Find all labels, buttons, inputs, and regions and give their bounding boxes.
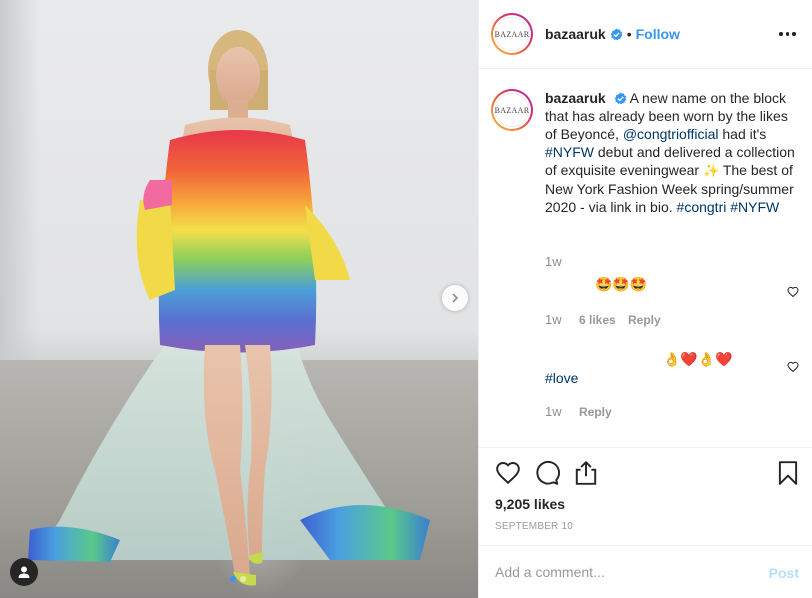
post-actions: 9,205 likes SEPTEMBER 10: [479, 447, 812, 545]
post-date[interactable]: SEPTEMBER 10: [495, 521, 573, 532]
carousel-next-icon: [452, 293, 459, 303]
post-sidebar: BAZAAR bazaaruk • Follow BAZAAR bazaaruk…: [478, 0, 812, 598]
header-separator: •: [626, 26, 632, 42]
hashtag-link[interactable]: #NYFW: [730, 199, 779, 215]
caption-text-part: had it's: [718, 126, 767, 142]
post-header: BAZAAR bazaaruk • Follow: [479, 0, 812, 69]
sparkle-emoji: ✨: [703, 163, 720, 178]
carousel-next-button[interactable]: [442, 285, 468, 311]
comment-emoji: 👌❤️👌❤️: [663, 351, 733, 367]
caption-avatar[interactable]: BAZAAR: [491, 89, 533, 131]
mention-link[interactable]: @congtriofficial: [623, 126, 719, 142]
post-comment-button[interactable]: Post: [769, 565, 799, 581]
follow-button[interactable]: Follow: [636, 26, 680, 42]
comment-emoji: 🤩🤩🤩: [595, 276, 648, 292]
likes-count[interactable]: 9,205 likes: [495, 496, 565, 512]
more-options-icon[interactable]: [779, 27, 797, 41]
hashtag-link[interactable]: #congtri: [677, 199, 727, 215]
carousel-indicators: [230, 576, 246, 582]
avatar-logo-text: BAZAAR: [495, 17, 529, 51]
bookmark-icon[interactable]: [775, 460, 801, 486]
comment-timestamp[interactable]: 1w: [545, 404, 562, 419]
verified-badge-icon: [614, 92, 626, 105]
add-comment-bar: Post: [479, 545, 812, 598]
caption-timestamp[interactable]: 1w: [545, 254, 562, 269]
reply-button[interactable]: Reply: [628, 313, 661, 327]
comment-icon[interactable]: [534, 460, 560, 486]
caption-username[interactable]: bazaaruk: [545, 90, 606, 106]
share-icon[interactable]: [573, 460, 599, 486]
header-username[interactable]: bazaaruk: [545, 26, 606, 42]
user-tag-icon: [18, 566, 30, 578]
comment-text: 🤩🤩🤩: [595, 276, 812, 293]
carousel-dot: [240, 576, 246, 582]
reply-button[interactable]: Reply: [579, 405, 612, 419]
user-tags-button[interactable]: [10, 558, 38, 586]
carousel-dot-active: [230, 576, 236, 582]
post-image[interactable]: [0, 0, 478, 598]
avatar-logo-text: BAZAAR: [495, 93, 529, 127]
hashtag-link[interactable]: #love: [545, 370, 805, 386]
comment-input[interactable]: [495, 564, 755, 580]
comment-timestamp[interactable]: 1w: [545, 312, 562, 327]
profile-avatar[interactable]: BAZAAR: [491, 13, 533, 55]
heart-icon[interactable]: [495, 460, 521, 486]
caption: BAZAAR bazaaruk A new name on the block …: [491, 89, 801, 216]
hashtag-link[interactable]: #NYFW: [545, 144, 594, 160]
runway-model-illustration: [28, 30, 430, 586]
caption-text: bazaaruk A new name on the block that ha…: [545, 89, 795, 216]
comments-section: BAZAAR bazaaruk A new name on the block …: [479, 70, 812, 446]
verified-badge-icon: [610, 27, 623, 40]
instagram-post: BAZAAR bazaaruk • Follow BAZAAR bazaaruk…: [0, 0, 812, 598]
comment-like-heart-icon[interactable]: [787, 286, 799, 298]
comment-likes[interactable]: 6 likes: [579, 313, 616, 327]
